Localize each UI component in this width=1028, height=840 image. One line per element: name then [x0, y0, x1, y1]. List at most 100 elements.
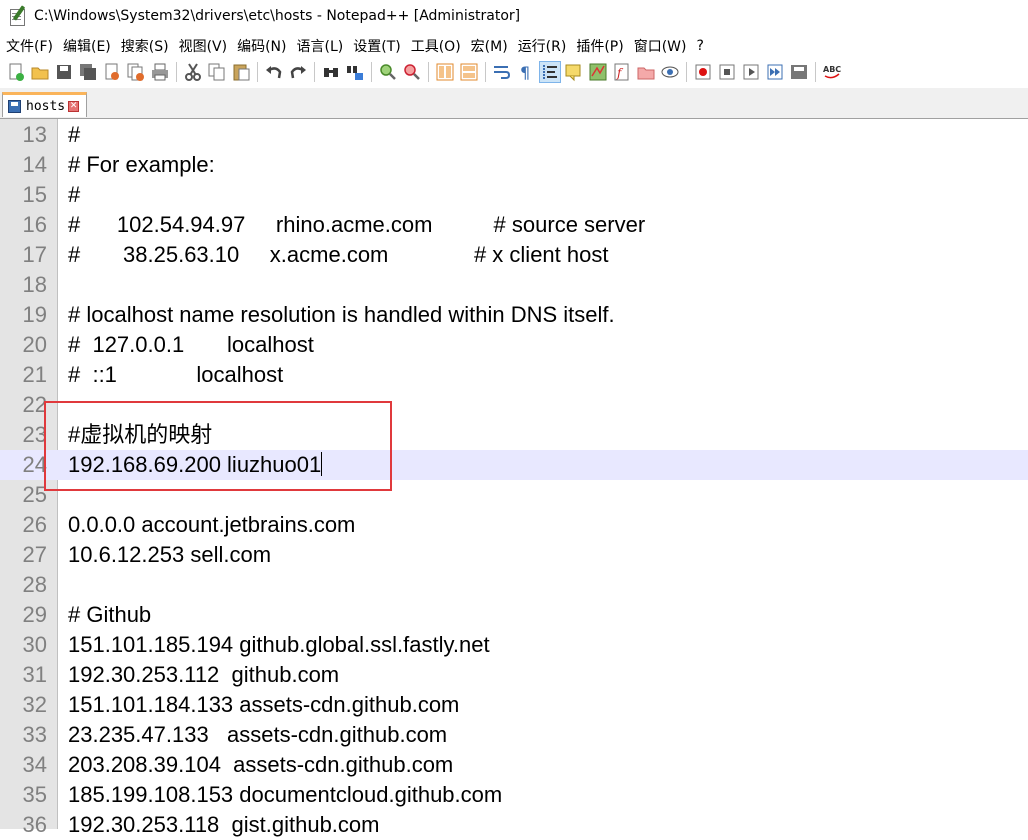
line-number: 17 [22, 242, 47, 267]
svg-text:¶: ¶ [520, 63, 530, 82]
menu-encoding[interactable]: 编码(N) [232, 36, 291, 56]
menu-file[interactable]: 文件(F) [0, 36, 58, 56]
line-text[interactable]: 23.235.47.133 assets-cdn.github.com [68, 720, 447, 750]
line-number: 13 [22, 122, 47, 147]
play-macro-icon[interactable] [741, 62, 761, 82]
line-text[interactable]: # ::1 localhost [68, 360, 283, 390]
editor-line[interactable]: 29 # Github [0, 600, 1028, 630]
line-text[interactable]: # 102.54.94.97 rhino.acme.com # source s… [68, 210, 645, 240]
replace-icon[interactable] [345, 62, 365, 82]
doc-map-icon[interactable] [588, 62, 608, 82]
record-macro-icon[interactable] [693, 62, 713, 82]
spellcheck-icon[interactable]: ABC [822, 62, 842, 82]
print-icon[interactable] [150, 62, 170, 82]
line-text[interactable]: # For example: [68, 150, 215, 180]
svg-text:ABC: ABC [823, 65, 841, 74]
function-list-icon[interactable]: f [612, 62, 632, 82]
editor-line[interactable]: 34 203.208.39.104 assets-cdn.github.com [0, 750, 1028, 780]
editor-line[interactable]: 21 # ::1 localhost [0, 360, 1028, 390]
line-text[interactable]: # localhost name resolution is handled w… [68, 300, 615, 330]
stop-macro-icon[interactable] [717, 62, 737, 82]
line-text[interactable]: 0.0.0.0 account.jetbrains.com [68, 510, 355, 540]
editor-line[interactable]: 32 151.101.184.133 assets-cdn.github.com [0, 690, 1028, 720]
line-text[interactable]: 203.208.39.104 assets-cdn.github.com [68, 750, 453, 780]
line-text[interactable]: 185.199.108.153 documentcloud.github.com [68, 780, 502, 810]
editor-line[interactable]: 16 # 102.54.94.97 rhino.acme.com # source… [0, 210, 1028, 240]
redo-icon[interactable] [288, 62, 308, 82]
menu-tools[interactable]: 工具(O) [406, 36, 466, 56]
close-icon[interactable] [102, 62, 122, 82]
run-macro-multiple-icon[interactable] [765, 62, 785, 82]
line-number: 24 [22, 452, 47, 477]
monitoring-icon[interactable] [660, 62, 680, 82]
editor-line[interactable]: 17 # 38.25.63.10 x.acme.com # x client ho… [0, 240, 1028, 270]
find-icon[interactable] [321, 62, 341, 82]
paste-icon[interactable] [231, 62, 251, 82]
line-text[interactable]: # Github [68, 600, 151, 630]
editor-line[interactable]: 30 151.101.185.194 github.global.ssl.fast… [0, 630, 1028, 660]
title-bar: C:\Windows\System32\drivers\etc\hosts - … [0, 0, 1028, 32]
editor-line[interactable]: 19 # localhost name resolution is handled… [0, 300, 1028, 330]
menu-edit[interactable]: 编辑(E) [58, 36, 116, 56]
menu-view[interactable]: 视图(V) [174, 36, 233, 56]
show-all-chars-icon[interactable]: ¶ [516, 62, 536, 82]
word-wrap-icon[interactable] [492, 62, 512, 82]
editor-area[interactable]: 13 #14 # For example: 15 #16 # 102.54.94.97 r… [0, 119, 1028, 837]
line-text[interactable]: # [68, 180, 80, 210]
line-number: 35 [22, 782, 47, 807]
cut-icon[interactable] [183, 62, 203, 82]
editor-line[interactable]: 27 10.6.12.253 sell.com [0, 540, 1028, 570]
line-text[interactable]: 151.101.184.133 assets-cdn.github.com [68, 690, 459, 720]
save-icon[interactable] [54, 62, 74, 82]
close-all-icon[interactable] [126, 62, 146, 82]
new-file-icon[interactable] [6, 62, 26, 82]
menu-window[interactable]: 窗口(W) [629, 36, 692, 56]
editor-line[interactable]: 26 0.0.0.0 account.jetbrains.com [0, 510, 1028, 540]
udl-icon[interactable] [564, 62, 584, 82]
editor-line[interactable]: 20 # 127.0.0.1 localhost [0, 330, 1028, 360]
copy-icon[interactable] [207, 62, 227, 82]
line-text[interactable]: 151.101.185.194 github.global.ssl.fastly… [68, 630, 490, 660]
indent-guide-icon[interactable] [539, 61, 561, 83]
folder-workspace-icon[interactable] [636, 62, 656, 82]
line-number: 26 [22, 512, 47, 537]
editor-line[interactable]: 33 23.235.47.133 assets-cdn.github.com [0, 720, 1028, 750]
sync-horizontal-icon[interactable] [459, 62, 479, 82]
line-text[interactable]: # 38.25.63.10 x.acme.com # x client host [68, 240, 608, 270]
editor-line[interactable]: 31 192.30.253.112 github.com [0, 660, 1028, 690]
zoom-in-icon[interactable] [378, 62, 398, 82]
undo-icon[interactable] [264, 62, 284, 82]
editor-line[interactable]: 35 185.199.108.153 documentcloud.github.c… [0, 780, 1028, 810]
editor-line[interactable]: 14 # For example: [0, 150, 1028, 180]
editor-line[interactable]: 28 [0, 570, 1028, 600]
menu-help[interactable]: ? [692, 38, 709, 54]
menu-search[interactable]: 搜索(S) [116, 36, 174, 56]
tab-hosts[interactable]: hosts ✕ [2, 92, 87, 117]
close-tab-icon[interactable]: ✕ [68, 100, 80, 112]
line-text[interactable]: 192.30.253.112 github.com [68, 660, 339, 690]
line-text[interactable]: 192.30.253.118 gist.github.com [68, 810, 379, 840]
menu-language[interactable]: 语言(L) [292, 36, 349, 56]
line-text[interactable]: # 127.0.0.1 localhost [68, 330, 314, 360]
window-title: C:\Windows\System32\drivers\etc\hosts - … [34, 8, 521, 24]
save-status-icon [8, 99, 21, 113]
line-text[interactable]: # [68, 120, 80, 150]
editor-line[interactable]: 15 # [0, 180, 1028, 210]
line-number: 16 [22, 212, 47, 237]
save-all-icon[interactable] [78, 62, 98, 82]
zoom-out-icon[interactable] [402, 62, 422, 82]
editor-line[interactable]: 13 # [0, 120, 1028, 150]
save-macro-icon[interactable] [789, 62, 809, 82]
sync-vertical-icon[interactable] [435, 62, 455, 82]
menu-settings[interactable]: 设置(T) [348, 36, 405, 56]
line-number: 25 [22, 482, 47, 507]
line-number: 21 [22, 362, 47, 387]
open-file-icon[interactable] [30, 62, 50, 82]
editor-line[interactable]: 18 [0, 270, 1028, 300]
line-text[interactable]: 10.6.12.253 sell.com [68, 540, 271, 570]
menu-run[interactable]: 运行(R) [513, 36, 572, 56]
menu-macro[interactable]: 宏(M) [466, 36, 513, 56]
menu-plugins[interactable]: 插件(P) [571, 36, 628, 56]
editor-line[interactable]: 36 192.30.253.118 gist.github.com [0, 810, 1028, 840]
toolbar-separator [257, 62, 258, 82]
